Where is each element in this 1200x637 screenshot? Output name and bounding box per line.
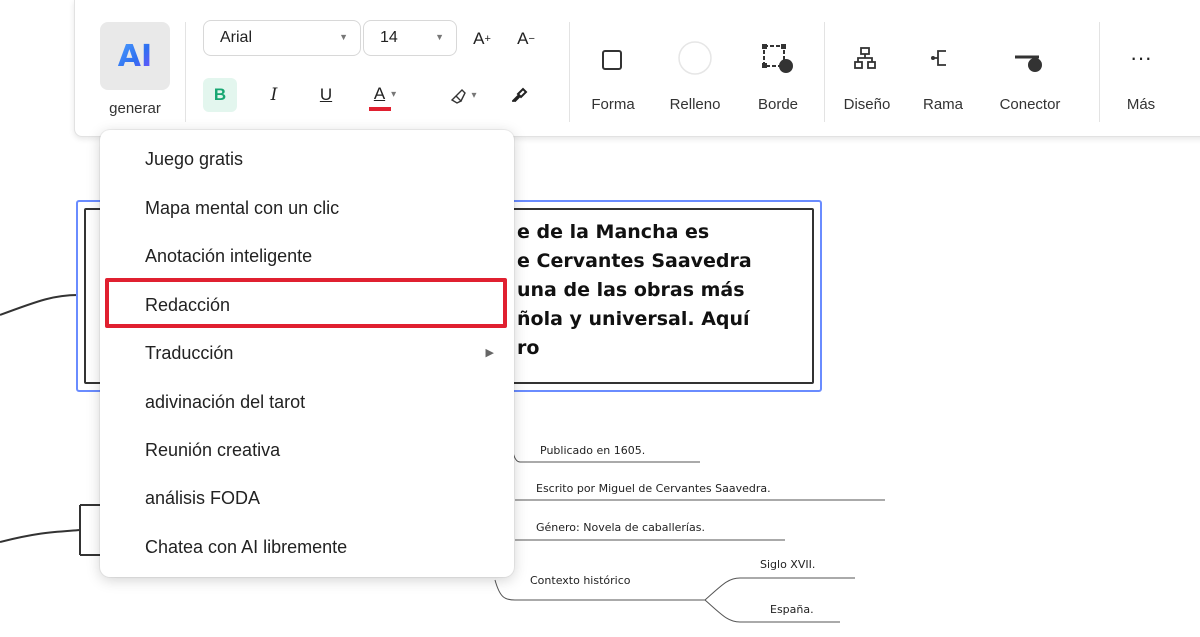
leaf-published[interactable]: Publicado en 1605.: [540, 444, 645, 457]
branch-icon: [931, 50, 946, 66]
leaf-historical-context[interactable]: Contexto histórico: [530, 574, 630, 587]
more-button[interactable]: ···: [1121, 40, 1161, 76]
ai-generate-label: generar: [109, 100, 161, 117]
decrease-font-button[interactable]: A −: [511, 24, 541, 54]
layout-button[interactable]: [850, 40, 880, 76]
leaf-century[interactable]: Siglo XVII.: [760, 558, 815, 571]
ai-dropdown-menu: Juego gratis Mapa mental con un clic Ano…: [100, 130, 514, 577]
separator: [185, 22, 186, 122]
menu-item-chat-ai[interactable]: Chatea con AI libremente: [100, 524, 514, 571]
menu-item-translation[interactable]: Traducción ▶: [100, 330, 514, 377]
underline-button[interactable]: U: [311, 78, 341, 112]
layout-label: Diseño: [843, 96, 891, 113]
connector-label: Conector: [999, 96, 1061, 113]
square-icon: [602, 50, 622, 70]
menu-item-writing[interactable]: Redacción: [100, 282, 514, 329]
format-painter-button[interactable]: [503, 78, 537, 112]
more-label: Más: [1126, 96, 1156, 113]
font-size-value: 14: [380, 29, 398, 46]
highlight-button[interactable]: ▾: [441, 78, 485, 112]
italic-button[interactable]: I: [259, 78, 289, 112]
chevron-down-icon: ▾: [391, 88, 397, 100]
chevron-down-icon: ▼: [339, 32, 348, 42]
menu-item-one-click-mindmap[interactable]: Mapa mental con un clic: [100, 185, 514, 232]
format-painter-icon: [512, 87, 528, 102]
branch-label: Rama: [922, 96, 963, 113]
font-family-value: Arial: [220, 29, 253, 46]
highlighter-icon: [451, 89, 467, 104]
fill-circle-icon: [678, 41, 712, 75]
border-node-icon: [762, 44, 793, 73]
font-size-select[interactable]: 14 ▼: [363, 20, 457, 56]
font-color-bar: [369, 107, 391, 111]
fill-label: Relleno: [669, 96, 721, 113]
border-button[interactable]: [758, 36, 798, 80]
leaf-country[interactable]: España.: [770, 603, 814, 616]
font-color-button[interactable]: A ▾: [363, 76, 407, 112]
leaf-genre[interactable]: Género: Novela de caballerías.: [536, 521, 705, 534]
branch-button[interactable]: [927, 40, 957, 76]
app-stage: e de la Mancha es e Cervantes Saavedra u…: [0, 0, 1200, 637]
menu-item-tarot[interactable]: adivinación del tarot: [100, 379, 514, 426]
layout-tree-icon: [854, 47, 876, 69]
increase-font-button[interactable]: A +: [467, 24, 497, 54]
shape-button[interactable]: [597, 40, 627, 80]
menu-item-smart-annotation[interactable]: Anotación inteligente: [100, 233, 514, 280]
separator: [824, 22, 825, 122]
separator: [1099, 22, 1100, 122]
chevron-right-icon: ▶: [485, 347, 494, 359]
fill-button[interactable]: [675, 38, 715, 78]
leaf-author[interactable]: Escrito por Miguel de Cervantes Saavedra…: [536, 482, 771, 495]
menu-item-brainstorm[interactable]: Reunión creativa: [100, 427, 514, 474]
chevron-down-icon: ▼: [435, 32, 444, 42]
ai-logo: AI: [100, 22, 170, 90]
menu-item-swot[interactable]: análisis FODA: [100, 475, 514, 522]
main-topic-text: e de la Mancha es e Cervantes Saavedra u…: [517, 221, 752, 359]
font-family-select[interactable]: Arial ▼: [203, 20, 361, 56]
chevron-down-icon: ▾: [471, 89, 477, 101]
border-label: Borde: [757, 96, 799, 113]
menu-item-free-game[interactable]: Juego gratis: [100, 136, 514, 183]
ai-generate-button[interactable]: AI generar: [100, 18, 170, 126]
connector-icon: [1015, 55, 1042, 72]
more-dots-icon: ···: [1130, 45, 1152, 70]
shape-label: Forma: [591, 96, 635, 113]
bold-button[interactable]: B: [203, 78, 237, 112]
connector-button[interactable]: [1010, 44, 1050, 80]
toolbar: AI generar Arial ▼ 14 ▼ A+ A− B I U A: [74, 0, 1200, 137]
